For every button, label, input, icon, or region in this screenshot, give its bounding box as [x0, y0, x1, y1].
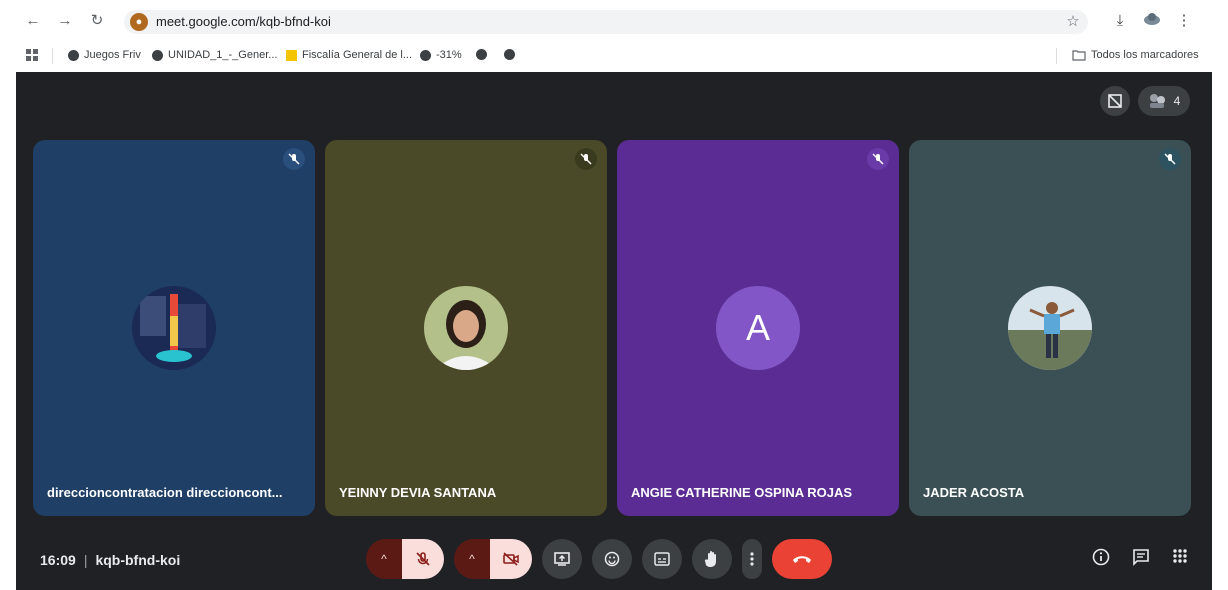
participant-tile[interactable]: A ANGIE CATHERINE OSPINA ROJAS: [617, 140, 899, 516]
mic-off-icon: [416, 552, 430, 566]
mic-control: ^: [366, 539, 444, 579]
avatar-initial: A: [745, 307, 770, 348]
present-screen-icon: [554, 552, 570, 566]
bookmark-globe-1[interactable]: [476, 49, 487, 60]
participant-tile[interactable]: JADER ACOSTA: [909, 140, 1191, 516]
activities-button[interactable]: [1172, 548, 1188, 566]
globe-icon: [420, 49, 431, 61]
back-icon[interactable]: ←: [24, 12, 42, 30]
globe-icon: [152, 49, 163, 61]
site-info-icon[interactable]: ●: [130, 13, 148, 31]
globe-icon: [504, 49, 515, 60]
globe-icon: [68, 49, 79, 61]
browser-toolbar: ← → ↻ ● meet.google.com/kqb-bfnd-koi ☆ ⤓…: [16, 8, 1212, 36]
download-icon[interactable]: ⤓: [1110, 12, 1130, 30]
reactions-button[interactable]: [592, 539, 632, 579]
folder-icon: [1072, 49, 1086, 61]
fiscalia-logo-icon: [286, 49, 297, 61]
participant-name: ANGIE CATHERINE OSPINA ROJAS: [631, 485, 853, 500]
apps-grid-icon: [1173, 549, 1187, 563]
meeting-details: 16:09 | kqb-bfnd-koi: [40, 552, 180, 568]
meet-stage: 4 direccioncontratacion direccioncont...…: [16, 72, 1212, 590]
participant-tile[interactable]: YEINNY DEVIA SANTANA: [325, 140, 607, 516]
leave-call-button[interactable]: [772, 539, 832, 579]
avatar: [424, 286, 508, 370]
meeting-separator: |: [83, 552, 88, 568]
reload-icon[interactable]: ↻: [88, 12, 106, 30]
more-options-button[interactable]: [742, 539, 762, 579]
audio-options-chevron-icon[interactable]: ^: [366, 539, 402, 579]
call-controls: ^ ^: [366, 538, 832, 580]
participants-button[interactable]: 4: [1138, 86, 1190, 116]
meeting-info-button[interactable]: [1092, 548, 1110, 566]
layout-off-icon[interactable]: [1100, 86, 1130, 116]
mic-off-icon: [575, 148, 597, 170]
raise-hand-button[interactable]: [692, 539, 732, 579]
camera-off-icon: [503, 552, 519, 566]
forward-icon[interactable]: →: [56, 12, 74, 30]
participants-icon: [1149, 94, 1165, 108]
bookmark-globe-2[interactable]: [504, 49, 515, 60]
participant-name: JADER ACOSTA: [923, 485, 1025, 500]
all-bookmarks[interactable]: Todos los marcadores: [1072, 49, 1199, 61]
bookmark-discount[interactable]: -31%: [420, 49, 462, 61]
mic-off-icon: [283, 148, 305, 170]
camera-toggle-button[interactable]: [490, 539, 532, 579]
phone-hangup-icon: [793, 556, 811, 563]
avatar: [132, 286, 216, 370]
meet-top-actions: 4: [1100, 86, 1190, 116]
participant-tile[interactable]: direccioncontratacion direccioncont...: [33, 140, 315, 516]
participant-count: 4: [1173, 94, 1181, 108]
mic-toggle-button[interactable]: [402, 539, 444, 579]
bookmark-fiscalia[interactable]: Fiscalía General de l...: [286, 49, 412, 61]
bookmark-juegos-friv[interactable]: Juegos Friv: [68, 49, 141, 61]
meet-side-actions: [1092, 548, 1188, 566]
apps-icon[interactable]: [26, 49, 38, 61]
meeting-time: 16:09: [40, 552, 76, 568]
chat-button[interactable]: [1132, 548, 1150, 566]
bookmarks-bar: Juegos Friv UNIDAD_1_-_Gener... Fiscalía…: [16, 42, 1212, 70]
participant-name: direccioncontratacion direccioncont...: [47, 485, 283, 500]
bookmark-divider: [52, 48, 53, 64]
meeting-code: kqb-bfnd-koi: [95, 552, 181, 568]
profile-avatar[interactable]: [1142, 12, 1162, 30]
present-screen-button[interactable]: [542, 539, 582, 579]
captions-icon: [654, 552, 670, 566]
bookmark-unidad[interactable]: UNIDAD_1_-_Gener...: [152, 49, 277, 61]
captions-button[interactable]: [642, 539, 682, 579]
mic-off-icon: [867, 148, 889, 170]
video-options-chevron-icon[interactable]: ^: [454, 539, 490, 579]
address-bar[interactable]: ● meet.google.com/kqb-bfnd-koi ☆: [124, 10, 1088, 34]
participant-name: YEINNY DEVIA SANTANA: [339, 485, 497, 500]
avatar: [1008, 286, 1092, 370]
bookmark-divider: [1056, 48, 1057, 64]
more-vert-icon: [750, 552, 754, 566]
emoji-icon: [604, 551, 620, 567]
hand-icon: [704, 551, 716, 567]
globe-icon: [476, 49, 487, 60]
info-icon: [1092, 548, 1110, 566]
camera-control: ^: [454, 539, 532, 579]
chat-icon: [1133, 549, 1149, 566]
url-text[interactable]: meet.google.com/kqb-bfnd-koi: [156, 14, 331, 29]
mic-off-icon: [1159, 148, 1181, 170]
browser-menu-icon[interactable]: ⋮: [1174, 12, 1194, 30]
bookmark-star-icon[interactable]: ☆: [1064, 13, 1082, 31]
avatar: A: [716, 286, 800, 370]
